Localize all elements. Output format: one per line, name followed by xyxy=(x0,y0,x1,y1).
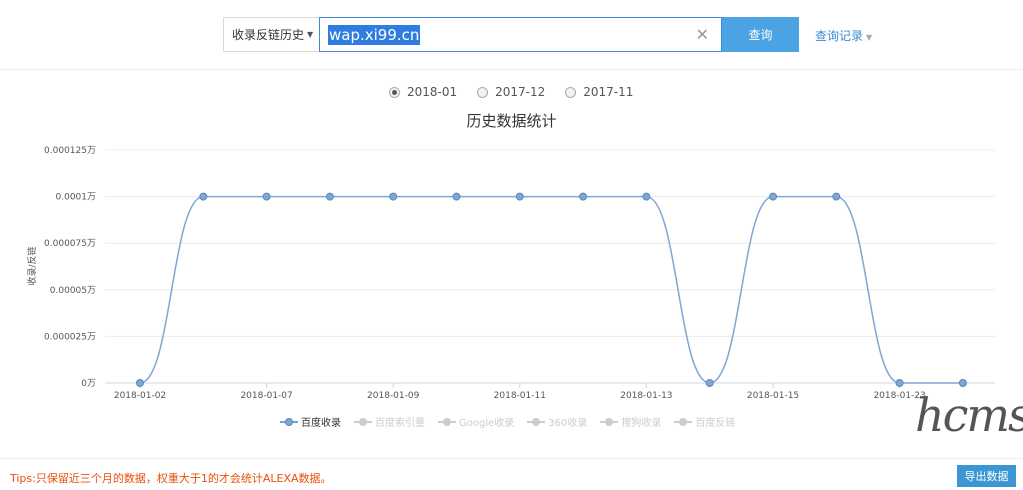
data-point xyxy=(832,192,841,201)
data-point xyxy=(895,379,904,387)
legend-item-baidu-index-volume[interactable]: 百度索引量 xyxy=(354,414,425,429)
legend-label: Google收录 xyxy=(459,418,515,429)
tips-text: Tips:只保留近三个月的数据，权重大于1的才会统计ALEXA数据。 xyxy=(10,472,332,485)
legend-label: 百度收录 xyxy=(301,418,341,429)
legend-marker-icon xyxy=(600,417,619,427)
legend-marker-icon xyxy=(674,417,693,427)
legend-item-baidu-index[interactable]: 百度收录 xyxy=(280,414,341,429)
data-point xyxy=(199,192,208,201)
data-point xyxy=(769,192,777,201)
legend-item-sogou[interactable]: 搜狗收录 xyxy=(600,414,661,429)
watermark-logo: hcms xyxy=(915,388,1023,442)
export-data-button[interactable]: 导出数据 xyxy=(957,465,1016,487)
data-point xyxy=(325,192,334,201)
y-tick-label: 0.00005万 xyxy=(50,286,96,296)
legend-label: 百度索引量 xyxy=(375,418,425,429)
data-point xyxy=(136,379,144,387)
x-tick-label: 2018-01-09 xyxy=(367,391,420,401)
legend-marker-icon xyxy=(527,417,546,427)
y-axis-label: 收录/反链 xyxy=(26,246,38,285)
x-tick-label: 2018-01-15 xyxy=(747,391,799,401)
y-tick-label: 0.000125万 xyxy=(44,146,96,156)
legend-item-google[interactable]: Google收录 xyxy=(438,414,514,429)
divider xyxy=(0,458,1023,459)
legend-label: 搜狗收录 xyxy=(621,418,662,429)
legend-marker-icon xyxy=(354,417,372,427)
data-point xyxy=(705,379,714,387)
x-tick-label: 2018-01-11 xyxy=(494,391,546,401)
data-point xyxy=(515,192,524,201)
legend-item-360[interactable]: 360收录 xyxy=(527,414,587,429)
y-tick-label: 0.000025万 xyxy=(44,332,96,342)
legend-label: 360收录 xyxy=(548,418,588,429)
data-point xyxy=(958,379,967,387)
y-tick-label: 0.000075万 xyxy=(44,239,96,249)
x-tick-label: 2018-01-02 xyxy=(114,391,166,401)
legend-marker-icon xyxy=(280,417,298,427)
chart-legend: 百度收录 百度索引量 Google收录 360收录 搜狗收录 百度反链 xyxy=(280,414,735,429)
data-point xyxy=(389,192,398,201)
data-point xyxy=(642,192,651,201)
x-tick-label: 2018-01-07 xyxy=(240,391,292,401)
data-point xyxy=(262,192,271,201)
data-point xyxy=(579,192,588,201)
legend-item-baidu-backlinks[interactable]: 百度反链 xyxy=(674,414,735,429)
legend-marker-icon xyxy=(438,417,456,427)
line-chart: 0万 0.000025万 0.00005万 0.000075万 0.0001万 0.000… xyxy=(26,146,995,401)
legend-label: 百度反链 xyxy=(695,418,736,429)
x-tick-label: 2018-01-13 xyxy=(620,391,672,401)
data-point xyxy=(452,192,461,201)
y-tick-label: 0万 xyxy=(81,379,96,389)
y-tick-label: 0.0001万 xyxy=(56,193,97,203)
